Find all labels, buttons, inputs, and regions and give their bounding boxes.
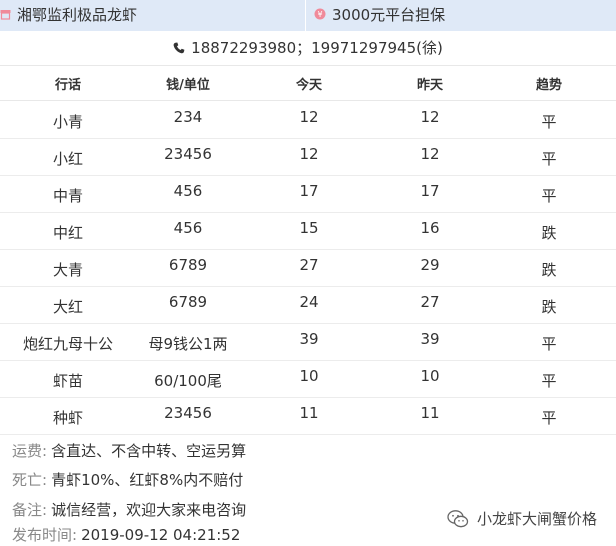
col-header-trend: 趋势	[535, 77, 562, 93]
cell-today: 11	[299, 404, 319, 422]
watermark-text: 小龙虾大闸蟹价格	[477, 510, 598, 528]
cell-yesterday: 12	[420, 145, 440, 163]
table-row: 小红 23456 12 12 平	[0, 138, 616, 176]
table-row: 大红 6789 24 27 跌	[0, 286, 616, 324]
cell-yesterday: 29	[420, 256, 440, 274]
table-row: 中红 456 15 16 跌	[0, 212, 616, 250]
shield-icon: ¥	[314, 0, 326, 31]
cell-trend: 跌	[541, 298, 557, 316]
table-row: 中青 456 17 17 平	[0, 175, 616, 213]
cell-today: 12	[299, 145, 319, 163]
cell-trend: 平	[541, 372, 557, 390]
cell-price: 456	[173, 182, 203, 200]
cell-name: 虾苗	[52, 372, 83, 390]
cell-yesterday: 16	[420, 219, 440, 237]
cell-price: 234	[173, 108, 203, 126]
cell-yesterday: 17	[420, 182, 440, 200]
note-shipping-value: 含直达、不含中转、空运另算	[51, 442, 247, 460]
cell-name: 种虾	[52, 409, 83, 427]
cell-name: 小红	[52, 150, 83, 168]
contact-phone[interactable]: 18872293980；19971297945(徐)	[0, 31, 616, 66]
table-row: 小青 234 12 12 平	[0, 101, 616, 139]
cell-name: 小青	[52, 113, 83, 131]
cell-today: 15	[299, 219, 319, 237]
note-death-value: 青虾10%、红虾8%内不赔付	[51, 471, 244, 489]
cell-trend: 跌	[541, 224, 557, 242]
top-bar: 湘鄂监利极品龙虾 ¥ 3000元平台担保	[0, 0, 616, 31]
col-header-today: 今天	[295, 77, 322, 93]
table-row: 种虾 23456 11 11 平	[0, 397, 616, 435]
col-header-name: 行话	[54, 77, 81, 93]
cell-yesterday: 10	[420, 367, 440, 385]
store-icon	[0, 0, 11, 31]
svg-text:¥: ¥	[317, 10, 322, 19]
cell-yesterday: 27	[420, 293, 440, 311]
cell-price: 23456	[164, 145, 212, 163]
table-row: 大青 6789 27 29 跌	[0, 249, 616, 287]
store-title[interactable]: 湘鄂监利极品龙虾	[0, 0, 137, 31]
note-remark: 备注: 诚信经营，欢迎大家来电咨询	[12, 499, 246, 520]
table-row: 虾苗 60/100尾 10 10 平	[0, 360, 616, 398]
note-publish-time: 发布时间: 2019-09-12 04:21:52	[12, 524, 240, 545]
cell-price: 6789	[168, 256, 208, 274]
watermark: 小龙虾大闸蟹价格	[447, 508, 597, 530]
cell-trend: 平	[541, 150, 557, 168]
cell-price: 456	[173, 219, 203, 237]
cell-today: 12	[299, 108, 319, 126]
cell-trend: 跌	[541, 261, 557, 279]
col-header-yesterday: 昨天	[416, 77, 443, 93]
note-shipping: 运费: 含直达、不含中转、空运另算	[12, 440, 246, 461]
table-header: 行话 钱/单位 今天 昨天 趋势	[0, 66, 616, 101]
phone-icon	[173, 39, 191, 57]
cell-price: 23456	[164, 404, 212, 422]
note-remark-value: 诚信经营，欢迎大家来电咨询	[51, 501, 247, 519]
col-header-price: 钱/单位	[166, 77, 210, 93]
note-death-label: 死亡:	[12, 471, 48, 489]
cell-name: 中青	[52, 187, 83, 205]
note-shipping-label: 运费:	[12, 442, 48, 460]
note-death: 死亡: 青虾10%、红虾8%内不赔付	[12, 469, 243, 490]
store-title-text: 湘鄂监利极品龙虾	[17, 6, 138, 24]
phone-text: 18872293980；19971297945(徐)	[191, 39, 443, 57]
wechat-icon	[447, 510, 477, 528]
cell-yesterday: 39	[420, 330, 440, 348]
cell-price: 60/100尾	[154, 372, 222, 390]
guarantee-title[interactable]: ¥ 3000元平台担保	[314, 0, 445, 31]
cell-today: 39	[299, 330, 319, 348]
cell-trend: 平	[541, 335, 557, 353]
table-row: 炮红九母十公 母9钱公1两 39 39 平	[0, 323, 616, 361]
cell-today: 10	[299, 367, 319, 385]
note-publish-label: 发布时间:	[12, 526, 78, 544]
cell-trend: 平	[541, 187, 557, 205]
cell-price: 母9钱公1两	[148, 335, 228, 353]
cell-name: 大红	[52, 298, 83, 316]
cell-today: 24	[299, 293, 319, 311]
note-publish-value: 2019-09-12 04:21:52	[81, 526, 241, 544]
cell-trend: 平	[541, 113, 557, 131]
note-remark-label: 备注:	[12, 501, 48, 519]
cell-price: 6789	[168, 293, 208, 311]
cell-name: 炮红九母十公	[22, 335, 113, 353]
cell-name: 中红	[52, 224, 83, 242]
cell-name: 大青	[52, 261, 83, 279]
cell-today: 27	[299, 256, 319, 274]
cell-today: 17	[299, 182, 319, 200]
guarantee-title-text: 3000元平台担保	[332, 6, 446, 24]
cell-yesterday: 11	[420, 404, 440, 422]
header-divider	[305, 0, 306, 31]
cell-trend: 平	[541, 409, 557, 427]
cell-yesterday: 12	[420, 108, 440, 126]
